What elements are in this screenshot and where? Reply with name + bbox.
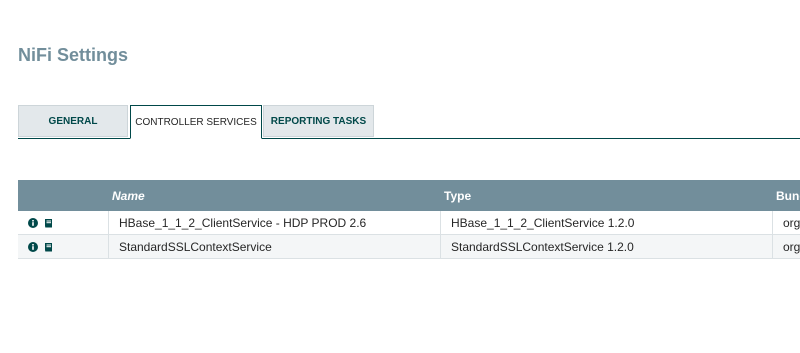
- settings-tabs: GENERAL CONTROLLER SERVICES REPORTING TA…: [18, 105, 800, 139]
- row-bundle: org: [772, 211, 800, 234]
- row-name: StandardSSLContextService: [108, 235, 440, 258]
- row-actions: [18, 235, 108, 258]
- tab-reporting-tasks[interactable]: REPORTING TASKS: [263, 105, 374, 137]
- book-icon[interactable]: [43, 242, 53, 252]
- row-name: HBase_1_1_2_ClientService - HDP PROD 2.6: [108, 211, 440, 234]
- column-header-name[interactable]: Name: [112, 180, 145, 211]
- row-type: HBase_1_1_2_ClientService 1.2.0: [440, 211, 772, 234]
- row-type: StandardSSLContextService 1.2.0: [440, 235, 772, 258]
- book-icon[interactable]: [43, 218, 53, 228]
- row-actions: [18, 211, 108, 234]
- tab-controller-services[interactable]: CONTROLLER SERVICES: [130, 105, 262, 139]
- column-header-bundle[interactable]: Bund: [776, 180, 800, 211]
- table-row[interactable]: StandardSSLContextService StandardSSLCon…: [18, 235, 800, 259]
- info-icon[interactable]: [28, 217, 38, 228]
- info-icon[interactable]: [28, 241, 38, 252]
- tab-general[interactable]: GENERAL: [18, 105, 128, 137]
- page-title: NiFi Settings: [18, 45, 129, 65]
- controller-services-table: Name Type Bund HBase_1_1_2_ClientService…: [18, 180, 800, 259]
- table-row[interactable]: HBase_1_1_2_ClientService - HDP PROD 2.6…: [18, 211, 800, 235]
- table-header: Name Type Bund: [18, 180, 800, 211]
- row-bundle: org: [772, 235, 800, 258]
- column-header-type[interactable]: Type: [444, 180, 471, 211]
